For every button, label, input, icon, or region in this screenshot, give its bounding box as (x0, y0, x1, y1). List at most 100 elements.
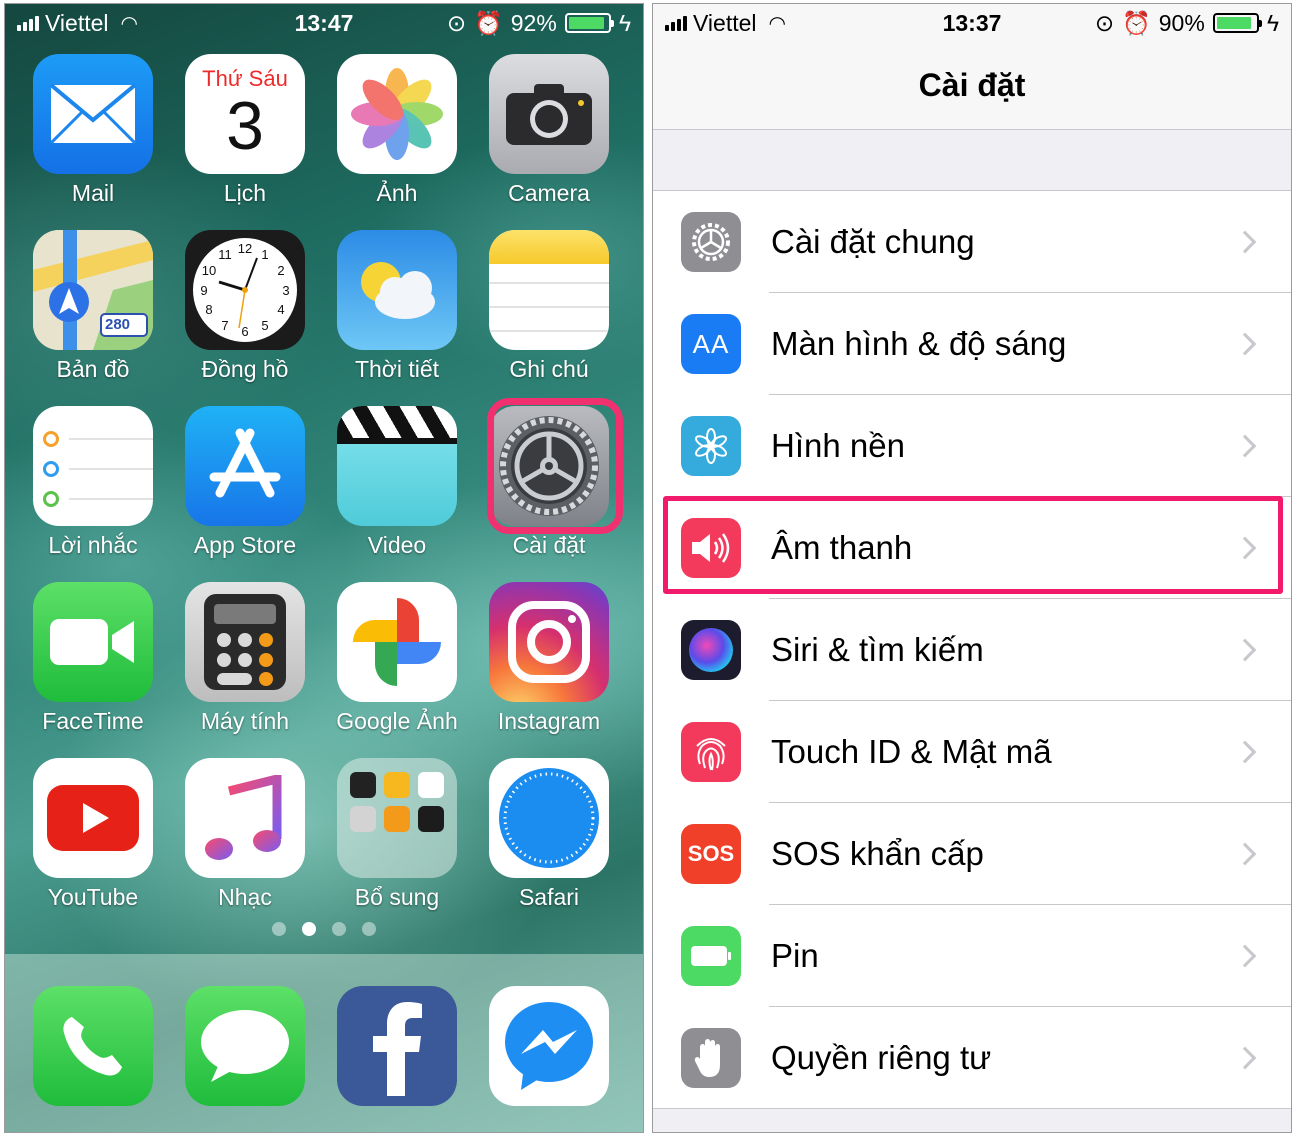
calculator-icon (185, 582, 305, 702)
chevron-right-icon (1233, 332, 1257, 356)
page-indicator[interactable] (5, 922, 643, 936)
app-camera[interactable]: Camera (479, 54, 619, 207)
instagram-icon (489, 582, 609, 702)
app-label: Mail (71, 180, 115, 206)
app-photos[interactable]: Ảnh (327, 54, 467, 207)
row-label: Màn hình & độ sáng (771, 325, 1067, 362)
settings-highlight-box (487, 398, 623, 534)
app-label: FaceTime (42, 708, 144, 734)
find-friends-mini-icon (384, 806, 410, 832)
carrier-name: Viettel (693, 9, 757, 36)
settings-row-wallpaper[interactable]: Hình nền (653, 395, 1291, 497)
app-extras-folder[interactable]: Bổ sung (327, 758, 467, 911)
charging-icon: ϟ (618, 9, 631, 36)
dock-facebook[interactable] (327, 986, 467, 1106)
notes-icon (489, 230, 609, 350)
phone-icon (33, 986, 153, 1106)
settings-row-battery[interactable]: Pin (653, 905, 1291, 1007)
display-aa-icon: AA (681, 314, 741, 374)
app-label: Thời tiết (354, 356, 440, 382)
app-mail[interactable]: Mail (23, 54, 163, 207)
app-label: Video (367, 532, 427, 558)
page-dot (362, 922, 376, 936)
app-maps[interactable]: 280 Bản đồ (23, 230, 163, 383)
app-facetime[interactable]: FaceTime (23, 582, 163, 735)
extras-folder-icon (337, 758, 457, 878)
app-app-store[interactable]: App Store (175, 406, 315, 559)
dock-phone[interactable] (23, 986, 163, 1106)
svg-text:4: 4 (277, 302, 284, 317)
page-title: Cài đặt (918, 67, 1026, 103)
svg-text:10: 10 (202, 263, 216, 278)
row-label: Touch ID & Mật mã (771, 733, 1052, 770)
siri-icon (681, 620, 741, 680)
settings-row-touch-id[interactable]: Touch ID & Mật mã (653, 701, 1291, 803)
settings-row-emergency-sos[interactable]: SOS SOS khẩn cấp (653, 803, 1291, 905)
sounds-highlight-box (663, 496, 1283, 594)
app-video[interactable]: Video (327, 406, 467, 559)
chevron-right-icon (1233, 230, 1257, 254)
svg-text:1: 1 (261, 247, 268, 262)
dock-messenger[interactable] (479, 986, 619, 1106)
clock-icon: 12 1 2 3 4 5 6 7 8 9 10 11 (185, 230, 305, 350)
svg-text:2: 2 (277, 263, 284, 278)
chevron-right-icon (1233, 944, 1257, 968)
svg-text:12: 12 (238, 241, 252, 256)
wifi-icon: ◠ (120, 12, 138, 35)
wallpaper-flower-icon (681, 416, 741, 476)
battery-icon (564, 13, 614, 33)
alarm-icon: ⏰ (1122, 9, 1151, 36)
dock-messages[interactable] (175, 986, 315, 1106)
settings-row-privacy[interactable]: Quyền riêng tư (653, 1007, 1291, 1109)
home-screen: Viettel ◠ 13:47 ⊙ ⏰ 92% ϟ Mail Thứ Sáu 3… (4, 3, 644, 1133)
mail-icon (33, 54, 153, 174)
messages-icon (185, 986, 305, 1106)
app-google-photos[interactable]: Google Ảnh (327, 582, 467, 735)
charging-icon: ϟ (1266, 9, 1279, 36)
google-photos-icon (337, 582, 457, 702)
signal-icon (17, 15, 39, 31)
app-clock[interactable]: 12 1 2 3 4 5 6 7 8 9 10 11 Đồng hồ (175, 230, 315, 383)
chevron-right-icon (1233, 1046, 1257, 1070)
messenger-icon (489, 986, 609, 1106)
app-label: Nhạc (218, 884, 272, 910)
app-calendar[interactable]: Thứ Sáu 3 Lịch (175, 54, 315, 207)
svg-text:11: 11 (218, 247, 232, 262)
app-notes[interactable]: Ghi chú (479, 230, 619, 383)
app-instagram[interactable]: Instagram (479, 582, 619, 735)
navigation-bar: Cài đặt (653, 42, 1291, 130)
chevron-right-icon (1233, 638, 1257, 662)
orientation-lock-icon: ⊙ (1094, 9, 1115, 36)
svg-text:8: 8 (205, 302, 212, 317)
app-reminders[interactable]: Lời nhắc (23, 406, 163, 559)
settings-row-siri[interactable]: Siri & tìm kiếm (653, 599, 1291, 701)
app-weather[interactable]: Thời tiết (327, 230, 467, 383)
chevron-right-icon (1233, 842, 1257, 866)
safari-icon (489, 758, 609, 878)
status-bar: Viettel ◠ 13:37 ⊙ ⏰ 90% ϟ (653, 4, 1291, 42)
settings-row-display[interactable]: AA Màn hình & độ sáng (653, 293, 1291, 395)
app-calculator[interactable]: Máy tính (175, 582, 315, 735)
settings-screen: Viettel ◠ 13:37 ⊙ ⏰ 90% ϟ Cài đặt Cài đặ… (652, 3, 1292, 1133)
row-label: Hình nền (771, 427, 905, 464)
app-label: Cài đặt (512, 532, 586, 558)
settings-row-general[interactable]: Cài đặt chung (653, 191, 1291, 293)
youtube-icon (33, 758, 153, 878)
svg-text:5: 5 (261, 318, 268, 333)
gear-icon (681, 212, 741, 272)
tips-mini-icon (384, 772, 410, 798)
page-dot (272, 922, 286, 936)
app-music[interactable]: Nhạc (175, 758, 315, 911)
app-youtube[interactable]: YouTube (23, 758, 163, 911)
music-icon (185, 758, 305, 878)
fingerprint-icon (681, 722, 741, 782)
battery-percent: 92% (510, 9, 557, 36)
app-label: Bổ sung (354, 884, 440, 910)
maps-badge: 280 (105, 316, 131, 333)
svg-text:7: 7 (221, 318, 228, 333)
hand-icon (681, 1028, 741, 1088)
app-label: Ảnh (376, 180, 418, 206)
status-bar: Viettel ◠ 13:47 ⊙ ⏰ 92% ϟ (5, 4, 643, 42)
app-safari[interactable]: Safari (479, 758, 619, 911)
app-label: Lời nhắc (48, 532, 138, 558)
